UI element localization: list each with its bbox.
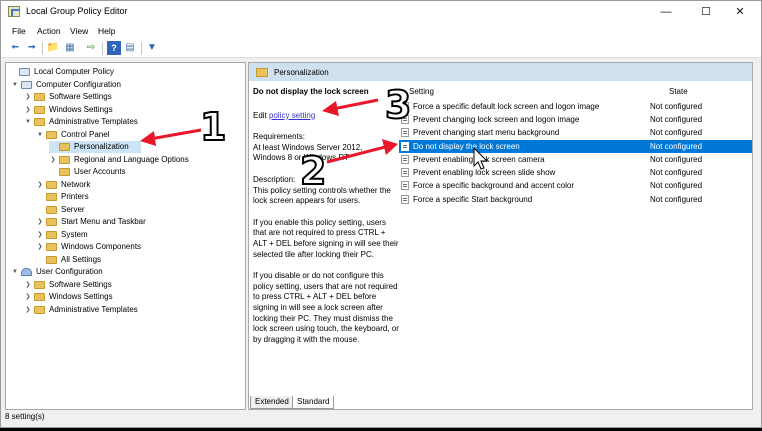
tree-item-user-windows-settings[interactable]: ❯ Windows Settings (24, 291, 239, 303)
annotation-number-2: 2 (299, 149, 327, 193)
table-row-selected[interactable]: Do not display the lock screen Not config… (399, 140, 752, 153)
annotation-number-1: 1 (199, 105, 227, 149)
tree-item-server[interactable]: Server (36, 204, 236, 216)
table-row[interactable]: Force a specific Start background Not con… (399, 193, 752, 206)
menu-view[interactable]: View (70, 26, 88, 36)
tree-item-personalization[interactable]: Personalization (49, 141, 141, 153)
status-bar: 8 setting(s) (5, 412, 45, 421)
filter-icon[interactable]: ▼ (145, 41, 159, 55)
policy-icon (401, 181, 409, 190)
details-pane: Personalization Do not display the lock … (248, 62, 753, 410)
settings-table-header: Setting State (397, 85, 752, 97)
table-row[interactable]: Prevent changing lock screen and logon i… (399, 113, 752, 126)
edit-line: Edit policy setting (253, 110, 316, 120)
tree-item-software-settings[interactable]: ❯ Software Settings (24, 91, 239, 103)
tab-extended[interactable]: Extended (250, 396, 294, 409)
menu-file[interactable]: File (12, 26, 26, 36)
tree-item-printers[interactable]: Printers (36, 191, 236, 203)
back-icon[interactable]: 🠨 (8, 41, 22, 55)
table-row[interactable]: Prevent enabling lock screen camera Not c… (399, 153, 752, 166)
close-icon[interactable]: ✕ (723, 3, 757, 21)
annotation-number-3: 3 (384, 83, 412, 127)
folder-icon (256, 68, 268, 77)
tab-standard[interactable]: Standard (292, 396, 335, 409)
table-row[interactable]: Force a specific background and accent c… (399, 179, 752, 192)
tree-item-user-administrative-templates[interactable]: ❯ Administrative Templates (24, 304, 239, 316)
table-row[interactable]: Prevent changing start menu background No… (399, 126, 752, 139)
tree-item-windows-components[interactable]: ❯ Windows Components (36, 241, 236, 253)
maximize-icon[interactable]: ☐ (689, 3, 723, 21)
app-window: Local Group Policy Editor — ☐ ✕ File Act… (0, 0, 762, 428)
menu-help[interactable]: Help (98, 26, 115, 36)
tree-item-all-settings[interactable]: All Settings (36, 254, 236, 266)
desc-title: Do not display the lock screen (253, 87, 369, 96)
pane-title: Personalization (274, 68, 329, 77)
group-policy-app-icon (8, 6, 20, 17)
column-setting[interactable]: Setting (409, 87, 434, 96)
policy-icon (401, 168, 409, 177)
tree-item-start-menu-taskbar[interactable]: ❯ Start Menu and Taskbar (36, 216, 236, 228)
tree-item-local-computer-policy[interactable]: Local Computer Policy (9, 66, 244, 78)
help-icon[interactable]: ? (107, 41, 121, 55)
menu-bar: File Action View Help (1, 23, 761, 39)
policy-description: Do not display the lock screen Edit poli… (253, 87, 399, 345)
tree-item-regional-language[interactable]: ❯ Regional and Language Options (49, 154, 239, 166)
show-hide-tree-icon[interactable]: ▦ (63, 41, 77, 55)
toolbar: 🠨 🠪 📁 ▦ ⇨ ? ▤ ▼ (1, 39, 761, 58)
window-title: Local Group Policy Editor (26, 6, 128, 16)
up-folder-icon[interactable]: 📁 (46, 41, 60, 55)
table-row[interactable]: Force a specific default lock screen and… (399, 100, 752, 113)
description-enabled: If you enable this policy setting, users… (253, 217, 399, 259)
tree-item-network[interactable]: ❯ Network (36, 179, 236, 191)
tree-item-user-software-settings[interactable]: ❯ Software Settings (24, 279, 239, 291)
title-bar: Local Group Policy Editor — ☐ ✕ (1, 1, 761, 23)
tree-item-user-accounts[interactable]: User Accounts (49, 166, 239, 178)
policy-icon (401, 195, 409, 204)
tree-item-system[interactable]: ❯ System (36, 229, 236, 241)
export-list-icon[interactable]: ⇨ (84, 41, 98, 55)
minimize-icon[interactable]: — (649, 3, 683, 21)
pane-header: Personalization (249, 63, 752, 81)
menu-action[interactable]: Action (37, 26, 61, 36)
edit-policy-link[interactable]: policy setting (269, 111, 315, 120)
forward-icon[interactable]: 🠪 (25, 41, 39, 55)
properties-icon[interactable]: ▤ (123, 41, 137, 55)
column-state[interactable]: State (669, 87, 688, 96)
tree-item-user-configuration[interactable]: ▼ User Configuration (11, 266, 241, 278)
tree-item-computer-configuration[interactable]: ▼ Computer Configuration (11, 79, 241, 91)
table-row[interactable]: Prevent enabling lock screen slide show N… (399, 166, 752, 179)
policy-icon (401, 155, 409, 164)
policy-icon (401, 142, 409, 151)
policy-icon (401, 128, 409, 137)
description-disabled: If you disable or do not configure this … (253, 271, 399, 344)
